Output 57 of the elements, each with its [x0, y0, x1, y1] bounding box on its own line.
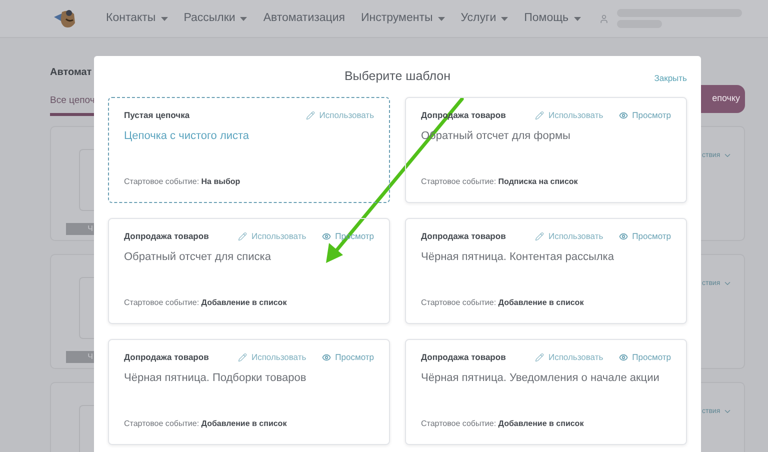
- template-card[interactable]: Допродажа товаров Использовать Просмотр Чёрная пятница. Подборки товаров Стартовое событие: Добавление в список: [108, 339, 390, 445]
- template-card[interactable]: Допродажа товаров Использовать Просмотр Чёрная пятница. Уведомления о начале акции Стартовое событие: Добавление в список: [405, 339, 687, 445]
- eye-icon: [619, 110, 628, 120]
- nav-menu-item[interactable]: Помощь: [524, 10, 581, 28]
- template-title: Чёрная пятница. Уведомления о начале акции: [421, 370, 660, 386]
- start-event-text: Стартовое событие: Добавление в список: [421, 297, 585, 309]
- template-category: Допродажа товаров: [124, 351, 209, 364]
- pencil-icon: [238, 232, 248, 241]
- pencil-icon: [535, 232, 544, 241]
- nav-menu-item[interactable]: Контакты: [106, 10, 168, 28]
- start-event-text: Стартовое событие: Добавление в список: [124, 418, 288, 430]
- caret-icon: [574, 16, 581, 20]
- use-link[interactable]: Использовать: [238, 230, 306, 243]
- caret-icon: [160, 16, 168, 20]
- template-title: Чёрная пятница. Подборки товаров: [124, 370, 308, 386]
- close-link[interactable]: Закрыть: [654, 72, 687, 85]
- pencil-icon: [535, 352, 544, 362]
- pencil-icon: [238, 352, 248, 362]
- use-link[interactable]: Использовать: [535, 230, 604, 243]
- start-event-text: Стартовое событие: Добавление в список: [421, 418, 585, 430]
- use-link[interactable]: Использовать: [535, 109, 604, 122]
- nav-menu-item[interactable]: Услуги: [460, 10, 508, 28]
- eye-icon: [619, 352, 628, 362]
- template-card[interactable]: Пустая цепочка Использовать Цепочка с чистого листа Стартовое событие: На выбор: [108, 97, 390, 203]
- start-event-text: Стартовое событие: Добавление в список: [124, 297, 288, 309]
- create-chain-button[interactable]: епочку: [701, 85, 745, 113]
- preview-link[interactable]: Просмотр: [619, 351, 671, 364]
- template-category: Допродажа товаров: [421, 351, 506, 364]
- use-link[interactable]: Использовать: [238, 351, 306, 364]
- use-link[interactable]: Использовать: [535, 351, 604, 364]
- template-title: Чёрная пятница. Контентая рассылка: [421, 250, 615, 265]
- start-event-text: Стартовое событие: Подписка на список: [421, 176, 579, 188]
- template-category: Допродажа товаров: [421, 230, 506, 243]
- nav-menu-item[interactable]: Инструменты: [361, 10, 445, 28]
- caret-icon: [438, 16, 445, 20]
- caret-icon: [240, 16, 248, 20]
- template-category: Пустая цепочка: [124, 109, 190, 122]
- eye-icon: [619, 232, 628, 241]
- template-title: Обратный отсчет для списка: [124, 250, 272, 265]
- start-event-text: Стартовое событие: На выбор: [124, 176, 242, 188]
- page-heading: Автомат: [50, 66, 92, 80]
- use-link[interactable]: Использовать: [306, 109, 374, 122]
- template-card[interactable]: Допродажа товаров Использовать Просмотр Чёрная пятница. Контентая рассылка Стартовое событие: Добавление в список: [405, 218, 687, 324]
- preview-link[interactable]: Просмотр: [322, 351, 374, 364]
- template-title: Цепочка с чистого листа: [124, 128, 250, 144]
- nav-menu-item[interactable]: Рассылки: [184, 10, 248, 28]
- modal-title: Выберите шаблон: [344, 68, 451, 86]
- eye-icon: [322, 352, 332, 362]
- preview-link[interactable]: Просмотр: [619, 109, 671, 122]
- template-category: Допродажа товаров: [124, 230, 209, 243]
- preview-link[interactable]: Просмотр: [619, 230, 671, 243]
- nav-menu-item[interactable]: Автоматизация: [263, 10, 346, 28]
- pencil-icon: [535, 110, 544, 120]
- caret-icon: [501, 16, 508, 20]
- user-icon: [599, 14, 609, 24]
- pencil-icon: [306, 110, 316, 120]
- eye-icon: [322, 232, 332, 241]
